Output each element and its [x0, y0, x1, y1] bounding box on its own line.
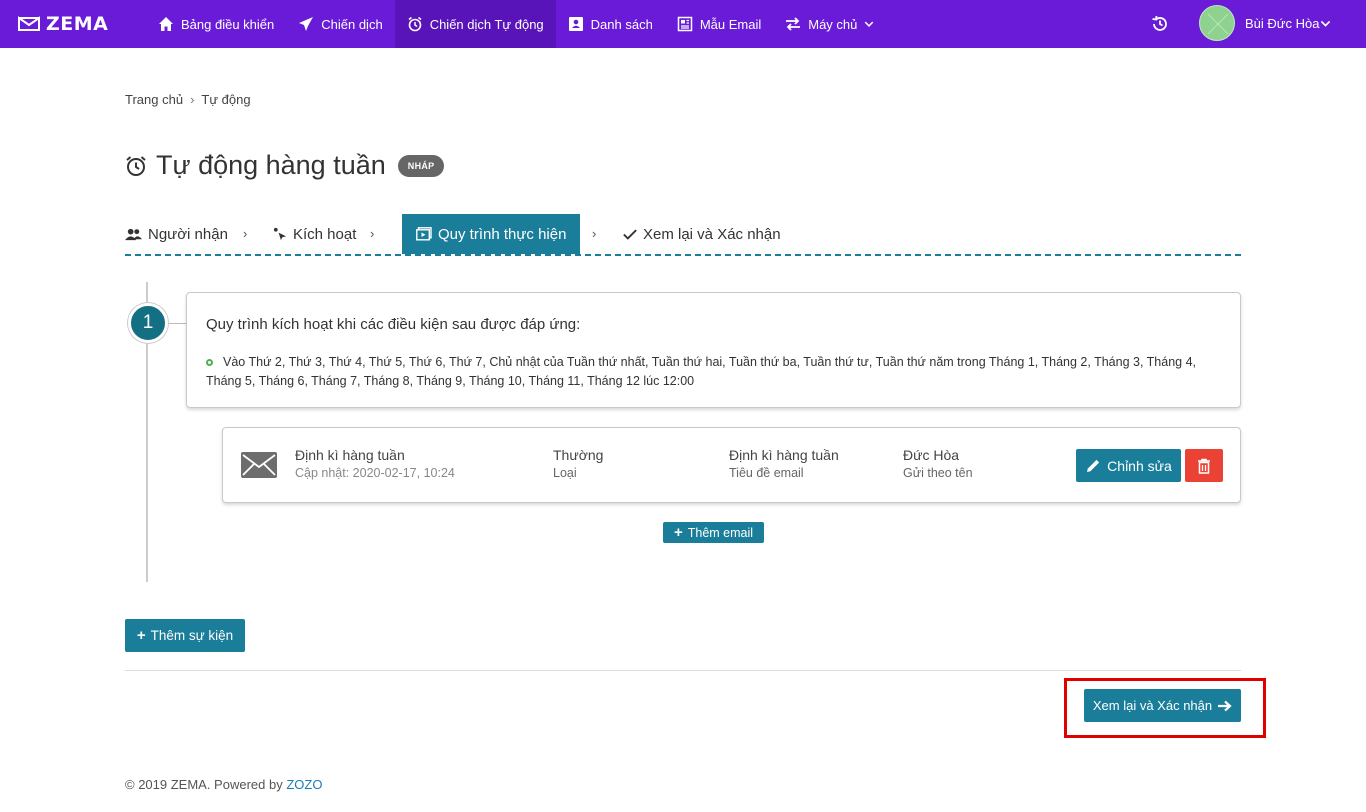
review-confirm-button[interactable]: Xem lại và Xác nhận — [1084, 689, 1241, 722]
trigger-condition-card: Quy trình kích hoạt khi các điều kiện sa… — [186, 292, 1241, 408]
email-type-value: Thường — [553, 447, 604, 463]
zema-logo-icon — [18, 16, 40, 31]
top-navbar: ZEMA Bảng điều khiển Chiến dịch Chiến dị… — [0, 0, 1366, 48]
arrow-right-icon — [1218, 700, 1232, 711]
review-button-label: Xem lại và Xác nhận — [1092, 698, 1213, 713]
step-trigger[interactable]: Kích hoạt — [273, 214, 356, 254]
step-label: Kích hoạt — [293, 225, 357, 243]
wizard-steps: Người nhận › Kích hoạt › Quy trình thực … — [125, 214, 1241, 256]
edit-email-button[interactable]: Chỉnh sửa — [1076, 449, 1181, 482]
add-email-button[interactable]: + Thêm email — [663, 522, 764, 543]
nav-label: Máy chủ — [808, 16, 858, 32]
send-icon — [299, 17, 314, 31]
step-label: Xem lại và Xác nhận — [643, 225, 781, 243]
nav-label: Mẫu Email — [699, 16, 762, 32]
status-badge: NHÁP — [397, 154, 445, 177]
add-email-label: Thêm email — [687, 525, 754, 540]
exchange-icon — [786, 17, 801, 31]
step-arrow: › — [592, 226, 597, 241]
breadcrumb: Trang chủ › Tự động — [125, 92, 251, 107]
timeline-connector — [168, 323, 186, 324]
email-subject-label: Tiêu đề email — [729, 466, 804, 480]
email-subject-value: Định kì hàng tuần — [729, 447, 839, 463]
pointer-icon — [273, 227, 287, 241]
add-event-label: Thêm sự kiện — [150, 628, 234, 643]
main-nav: Bảng điều khiển Chiến dịch Chiến dịch Tự… — [146, 0, 886, 48]
page-title: Tự động hàng tuần — [156, 150, 386, 180]
edit-button-label: Chỉnh sửa — [1107, 457, 1172, 474]
nav-label: Chiến dịch — [321, 16, 383, 32]
history-icon[interactable] — [1150, 14, 1170, 34]
condition-title: Quy trình kích hoạt khi các điều kiện sa… — [206, 316, 581, 333]
email-sender-label: Gửi theo tên — [903, 466, 973, 480]
nav-item-servers[interactable]: Máy chủ — [773, 0, 886, 48]
plus-icon: + — [136, 627, 146, 644]
email-card: Định kì hàng tuần Cập nhật: 2020-02-17, … — [222, 427, 1241, 503]
step-review[interactable]: Xem lại và Xác nhận — [623, 214, 781, 254]
email-updated: Cập nhật: 2020-02-17, 10:24 — [295, 466, 455, 480]
breadcrumb-separator: › — [190, 92, 195, 107]
timeline-step-number: 1 — [128, 303, 168, 343]
step-label: Người nhận — [148, 225, 228, 243]
step-arrow: › — [243, 226, 248, 241]
step-workflow[interactable]: Quy trình thực hiện — [402, 214, 581, 254]
contacts-icon — [568, 17, 583, 31]
nav-label: Chiến dịch Tự động — [429, 16, 544, 32]
nav-item-dashboard[interactable]: Bảng điều khiển — [146, 0, 286, 48]
delete-email-button[interactable] — [1185, 449, 1223, 482]
home-icon — [159, 17, 173, 31]
email-type-column: Thường Loại — [553, 447, 603, 480]
email-sender-value: Đức Hòa — [903, 447, 960, 463]
brand-logo[interactable]: ZEMA — [18, 0, 108, 48]
footer-link[interactable]: ZOZO — [286, 777, 322, 792]
nav-item-automation[interactable]: Chiến dịch Tự động — [394, 0, 556, 48]
condition-text: Vào Thứ 2, Thứ 3, Thứ 4, Thứ 5, Thứ 6, T… — [206, 355, 1197, 388]
nav-label: Danh sách — [590, 16, 653, 32]
alarm-clock-icon — [126, 155, 146, 176]
divider — [125, 670, 1241, 671]
trash-icon — [1198, 458, 1210, 474]
plus-icon: + — [673, 524, 683, 541]
nav-item-lists[interactable]: Danh sách — [556, 0, 665, 48]
brand-name: ZEMA — [46, 13, 109, 35]
footer: © 2019 ZEMA. Powered by ZOZO — [125, 777, 322, 792]
check-icon — [623, 228, 637, 240]
alarm-clock-icon — [408, 16, 422, 32]
email-sender-column: Đức Hòa Gửi theo tên — [903, 447, 973, 480]
breadcrumb-home[interactable]: Trang chủ — [125, 92, 183, 107]
email-type-label: Loại — [553, 466, 577, 480]
email-name: Định kì hàng tuần — [295, 447, 405, 463]
play-icon — [416, 227, 432, 241]
step-label: Quy trình thực hiện — [438, 225, 567, 243]
email-subject-column: Định kì hàng tuần Tiêu đề email — [729, 447, 839, 480]
add-event-button[interactable]: + Thêm sự kiện — [125, 619, 245, 652]
newspaper-icon — [677, 16, 693, 32]
email-name-column: Định kì hàng tuần Cập nhật: 2020-02-17, … — [295, 447, 455, 480]
users-icon — [125, 228, 142, 240]
breadcrumb-current: Tự động — [201, 92, 251, 107]
page-header: Tự động hàng tuần NHÁP — [124, 150, 445, 181]
step-recipients[interactable]: Người nhận — [125, 214, 228, 254]
footer-text: © 2019 ZEMA. Powered by — [125, 777, 283, 792]
step-arrow: › — [370, 226, 375, 241]
chevron-down-icon[interactable] — [1320, 18, 1331, 29]
nav-label: Bảng điều khiển — [181, 16, 275, 32]
nav-item-campaigns[interactable]: Chiến dịch — [286, 0, 394, 48]
nav-item-email-templates[interactable]: Mẫu Email — [665, 0, 773, 48]
chevron-down-icon — [865, 21, 874, 27]
avatar[interactable] — [1199, 5, 1235, 41]
avatar-image — [1207, 13, 1229, 35]
pencil-icon — [1087, 459, 1100, 472]
user-name[interactable]: Bùi Đức Hòa — [1245, 16, 1319, 31]
envelope-icon — [241, 452, 277, 478]
